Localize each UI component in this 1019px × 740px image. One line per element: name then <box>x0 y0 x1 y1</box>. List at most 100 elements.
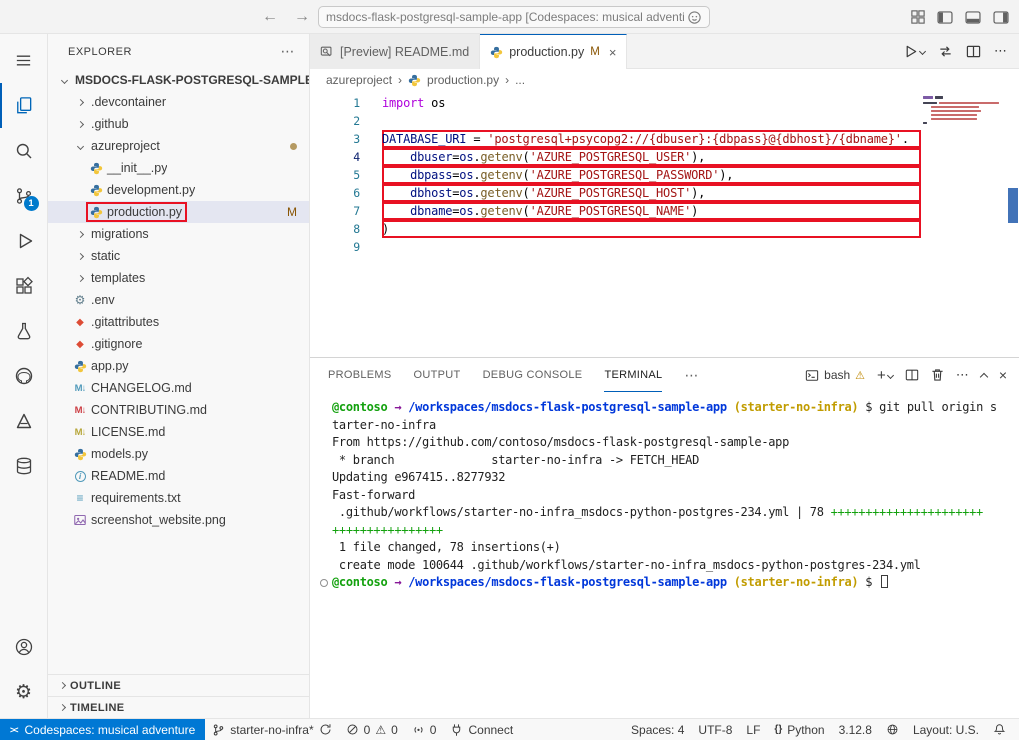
split-editor-icon[interactable] <box>966 44 981 59</box>
md-red-icon: M↓ <box>72 405 88 416</box>
code-line-6[interactable]: 6 dbhost=os.getenv('AZURE_POSTGRESQL_HOS… <box>310 184 921 202</box>
command-center[interactable]: msdocs-flask-postgresql-sample-app [Code… <box>318 6 710 28</box>
breadcrumb-item-[interactable]: ... <box>515 73 525 87</box>
file-tree-item-requirements-txt[interactable]: ≡requirements.txt <box>48 487 309 509</box>
language-indicator[interactable]: {} Python <box>767 719 831 740</box>
split-terminal-icon[interactable] <box>905 368 919 382</box>
run-python-file-button[interactable] <box>903 44 925 59</box>
source-control-icon[interactable]: 1 <box>0 173 48 218</box>
more-actions-icon[interactable]: ⋯ <box>994 43 1007 59</box>
extensions-icon[interactable] <box>0 263 48 308</box>
back-icon[interactable]: ← <box>262 8 278 26</box>
encoding-indicator[interactable]: UTF-8 <box>691 719 739 740</box>
file-tree-item-init-py[interactable]: __init__.py <box>48 157 309 179</box>
open-changes-icon[interactable] <box>938 44 953 59</box>
branch-indicator[interactable]: starter-no-infra* <box>205 719 338 740</box>
breadcrumb-item-azureproject[interactable]: azureproject <box>326 73 392 87</box>
file-tree-item-models-py[interactable]: models.py <box>48 443 309 465</box>
code-line-5[interactable]: 5 dbpass=os.getenv('AZURE_POSTGRESQL_PAS… <box>310 166 921 184</box>
panel-tab-problems[interactable]: PROBLEMS <box>328 358 392 392</box>
forward-icon[interactable]: → <box>294 8 310 26</box>
outline-label: OUTLINE <box>70 680 121 692</box>
file-tree-item-env[interactable]: ⚙.env <box>48 289 309 311</box>
panel-more-actions-icon[interactable]: ⋯ <box>956 367 969 383</box>
explorer-icon[interactable] <box>0 83 48 128</box>
globe-icon[interactable] <box>879 719 906 740</box>
file-tree-item-readme-md[interactable]: iREADME.md <box>48 465 309 487</box>
testing-icon[interactable] <box>0 308 48 353</box>
file-tree-item-gitattributes[interactable]: ◆.gitattributes <box>48 311 309 333</box>
file-tree-item-azureproject[interactable]: azureproject <box>48 135 309 157</box>
file-tree-item-devcontainer[interactable]: .devcontainer <box>48 91 309 113</box>
python-interpreter-indicator[interactable]: 3.12.8 <box>832 719 879 740</box>
file-tree-item-templates[interactable]: templates <box>48 267 309 289</box>
file-tree-item-changelog-md[interactable]: M↓CHANGELOG.md <box>48 377 309 399</box>
file-tree-item-github[interactable]: .github <box>48 113 309 135</box>
github-icon[interactable] <box>0 353 48 398</box>
panel-tab-debug-console[interactable]: DEBUG CONSOLE <box>483 358 583 392</box>
file-tree-item-contributing-md[interactable]: M↓CONTRIBUTING.md <box>48 399 309 421</box>
minimap[interactable] <box>923 96 1005 126</box>
problems-indicator[interactable]: 0 ⚠ 0 <box>339 719 405 740</box>
azure-icon[interactable] <box>0 398 48 443</box>
panel-more-tabs-icon[interactable]: ⋯ <box>684 367 698 384</box>
codespace-remote-icon[interactable] <box>687 10 702 25</box>
breadcrumb-item-production-py[interactable]: production.py <box>427 73 499 87</box>
run-dropdown-icon[interactable] <box>919 47 926 54</box>
panel-tab-terminal[interactable]: TERMINAL <box>604 358 662 392</box>
file-tree-item-gitignore[interactable]: ◆.gitignore <box>48 333 309 355</box>
close-panel-icon[interactable]: × <box>999 367 1007 383</box>
ports-indicator[interactable]: 0 <box>405 719 444 740</box>
editor-actions: ⋯ <box>903 34 1019 68</box>
new-terminal-button[interactable]: + <box>877 367 893 384</box>
code-line-3[interactable]: 3DATABASE_URI = 'postgresql+psycopg2://{… <box>310 130 921 148</box>
settings-gear-icon[interactable]: ⚙ <box>0 669 48 714</box>
file-tree-item-production-py[interactable]: production.pyM <box>48 201 309 223</box>
code-line-1[interactable]: 1import os <box>310 94 921 112</box>
file-tree-item-msdocs-flask-postgresql-sample[interactable]: MSDOCS-FLASK-POSTGRESQL-SAMPLE-... <box>48 69 309 91</box>
file-tree-item-migrations[interactable]: migrations <box>48 223 309 245</box>
kill-terminal-icon[interactable] <box>931 368 944 382</box>
file-tree-item-license-md[interactable]: M↓LICENSE.md <box>48 421 309 443</box>
code-line-4[interactable]: 4 dbuser=os.getenv('AZURE_POSTGRESQL_USE… <box>310 148 921 166</box>
toggle-secondary-sidebar-icon[interactable] <box>993 11 1009 24</box>
panel-tab-output[interactable]: OUTPUT <box>414 358 461 392</box>
tab-preview-readme-md[interactable]: [Preview] README.md <box>310 34 480 69</box>
terminal-gutter <box>316 487 332 505</box>
terminal-output[interactable]: @contoso → /workspaces/msdocs-flask-post… <box>310 392 1019 718</box>
keyboard-layout-indicator[interactable]: Layout: U.S. <box>906 719 986 740</box>
toggle-sidebar-icon[interactable] <box>937 11 953 24</box>
customize-layout-icon[interactable] <box>911 10 925 24</box>
indentation-indicator[interactable]: Spaces: 4 <box>624 719 691 740</box>
timeline-section-header[interactable]: TIMELINE <box>48 696 309 718</box>
outline-section-header[interactable]: OUTLINE <box>48 674 309 696</box>
menu-icon[interactable] <box>0 38 48 83</box>
tab-production-py[interactable]: production.pyM× <box>480 34 627 69</box>
remote-indicator[interactable]: >< Codespaces: musical adventure <box>0 719 205 740</box>
run-debug-icon[interactable] <box>0 218 48 263</box>
toggle-panel-icon[interactable] <box>965 11 981 24</box>
notifications-bell-icon[interactable] <box>986 719 1013 740</box>
file-tree-item-development-py[interactable]: development.py <box>48 179 309 201</box>
explorer-more-actions-icon[interactable]: ⋯ <box>281 43 296 60</box>
eol-indicator[interactable]: LF <box>739 719 767 740</box>
maximize-panel-icon[interactable] <box>980 372 988 380</box>
terminal-instance-bash[interactable]: bash ⚠ <box>805 368 865 382</box>
code-line-2[interactable]: 2 <box>310 112 921 130</box>
chevron-right-icon <box>54 705 70 710</box>
code-line-8[interactable]: 8) <box>310 220 921 238</box>
sync-icon[interactable] <box>319 723 332 736</box>
file-tree-item-static[interactable]: static <box>48 245 309 267</box>
code-line-7[interactable]: 7 dbname=os.getenv('AZURE_POSTGRESQL_NAM… <box>310 202 921 220</box>
account-icon[interactable] <box>0 624 48 669</box>
close-icon[interactable]: × <box>609 45 617 60</box>
file-tree-item-app-py[interactable]: app.py <box>48 355 309 377</box>
new-terminal-dropdown-icon[interactable] <box>887 371 894 378</box>
connect-button[interactable]: Connect <box>443 719 520 740</box>
code-line-9[interactable]: 9 <box>310 238 921 256</box>
explorer-title: EXPLORER <box>68 46 132 58</box>
search-icon[interactable] <box>0 128 48 173</box>
code-editor[interactable]: 1import os23DATABASE_URI = 'postgresql+p… <box>310 91 1019 357</box>
database-icon[interactable] <box>0 443 48 488</box>
file-tree-item-screenshot-website-png[interactable]: screenshot_website.png <box>48 509 309 531</box>
